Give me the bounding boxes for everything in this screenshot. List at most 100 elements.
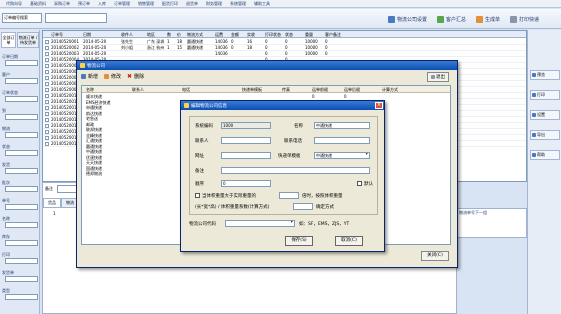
order-field[interactable]: 0 <box>221 180 271 187</box>
column-header[interactable]: 电话 <box>182 87 190 93</box>
row-checkbox[interactable] <box>45 52 49 56</box>
action-button[interactable]: 设置 <box>530 110 560 120</box>
filter-field[interactable] <box>5 132 38 138</box>
filter-field[interactable] <box>5 276 38 282</box>
menu-item[interactable]: 系统管理 <box>230 1 246 7</box>
generate-button[interactable]: 生成单 <box>473 13 503 25</box>
menu-item[interactable]: 配货打印 <box>162 1 178 7</box>
cancel-button[interactable]: 取消(C) <box>335 236 363 246</box>
column-header[interactable]: 运单后缀 <box>344 87 360 93</box>
menu-item[interactable]: 订单管理 <box>114 1 130 7</box>
tab-all-orders[interactable]: 全部订单 <box>1 32 16 48</box>
row-checkbox[interactable] <box>45 58 49 62</box>
menu-item[interactable]: 采购订单 <box>54 1 70 7</box>
remark-field[interactable] <box>221 167 370 174</box>
carrier-code-select[interactable] <box>225 220 295 227</box>
close-button[interactable]: 关闭(C) <box>421 251 449 261</box>
edit-carrier-button[interactable]: 修改 <box>104 73 121 80</box>
filter-field[interactable] <box>5 78 38 84</box>
menu-item[interactable]: 销售管理 <box>138 1 154 7</box>
print-express-button[interactable]: 打印快递 <box>507 13 542 25</box>
action-button[interactable]: 帮助 <box>530 150 560 160</box>
row-checkbox[interactable] <box>45 142 49 146</box>
column-header[interactable]: 传真 <box>282 87 290 93</box>
row-checkbox[interactable] <box>45 46 49 50</box>
search-field-combo[interactable]: 订单编号搜索 <box>2 13 42 23</box>
customer-summary-button[interactable]: 客户汇总 <box>434 13 469 25</box>
row-checkbox[interactable] <box>45 64 49 68</box>
column-header[interactable]: 收件人 <box>121 32 133 38</box>
filter-field[interactable] <box>5 96 38 102</box>
phone-field[interactable] <box>314 137 370 144</box>
search-input[interactable] <box>45 13 107 23</box>
volume-weight-checkbox[interactable] <box>195 193 200 198</box>
filter-field[interactable] <box>5 222 38 228</box>
menu-item[interactable]: 代购向导 <box>6 1 22 7</box>
filter-field[interactable] <box>5 240 38 246</box>
column-header[interactable]: 物流方式 <box>187 32 203 38</box>
column-header[interactable]: 实收 <box>247 32 255 38</box>
column-header[interactable]: 重量 <box>305 32 313 38</box>
column-header[interactable]: 价 <box>177 32 181 38</box>
filter-field[interactable] <box>5 150 38 156</box>
filter-field[interactable] <box>5 60 38 66</box>
row-checkbox[interactable] <box>45 136 49 140</box>
column-header[interactable]: 打印状态 <box>265 32 281 38</box>
exit-button[interactable]: 退出 <box>427 72 449 82</box>
column-header[interactable]: 计算方式 <box>382 87 398 93</box>
action-button[interactable]: 预览 <box>530 70 560 80</box>
menu-item[interactable]: 入库 <box>98 1 106 7</box>
column-header[interactable]: 订单号 <box>51 32 63 38</box>
row-checkbox[interactable] <box>45 100 49 104</box>
row-checkbox[interactable] <box>45 76 49 80</box>
filter-field[interactable] <box>5 168 38 174</box>
row-checkbox[interactable] <box>45 124 49 128</box>
row-checkbox[interactable] <box>45 118 49 122</box>
row-checkbox[interactable] <box>45 40 49 44</box>
tab-goods[interactable]: 货品 <box>43 198 61 208</box>
row-checkbox[interactable] <box>45 70 49 74</box>
menu-item[interactable]: 辅助工具 <box>254 1 270 7</box>
name-field[interactable]: 中通快递 <box>314 122 370 129</box>
add-carrier-button[interactable]: 新增 <box>81 73 98 80</box>
column-header[interactable]: 日期 <box>83 32 91 38</box>
menu-item[interactable]: 财务管理 <box>206 1 222 7</box>
column-header[interactable]: 快递单模板 <box>242 87 262 93</box>
filter-field[interactable] <box>5 294 38 300</box>
carrier-settings-button[interactable]: 物流公司设置 <box>385 13 430 25</box>
formula-field[interactable] <box>293 203 313 210</box>
volume-ratio-field[interactable] <box>279 192 299 199</box>
row-checkbox[interactable] <box>45 88 49 92</box>
column-header[interactable]: 状态 <box>285 32 293 38</box>
row-checkbox[interactable] <box>45 130 49 134</box>
filter-field[interactable] <box>5 114 38 120</box>
default-checkbox[interactable] <box>357 181 362 186</box>
close-icon[interactable]: × <box>375 102 383 109</box>
contact-field[interactable] <box>221 137 271 144</box>
menu-item[interactable]: 退货单 <box>186 1 198 7</box>
action-button[interactable]: 导出 <box>530 130 560 140</box>
filter-field[interactable] <box>5 186 38 192</box>
column-header[interactable]: 客户备注 <box>325 32 341 38</box>
column-header[interactable]: 数 <box>167 32 171 38</box>
filter-field[interactable] <box>5 204 38 210</box>
menu-item[interactable]: 预订单 <box>78 1 90 7</box>
column-header[interactable]: 名称 <box>86 87 94 93</box>
column-header[interactable]: 金额 <box>231 32 239 38</box>
save-button[interactable]: 保存(S) <box>285 236 313 246</box>
tab-logistics-orders[interactable]: 物流订单 / 待发货单 <box>17 32 39 48</box>
filter-field[interactable] <box>5 258 38 264</box>
row-checkbox[interactable] <box>45 82 49 86</box>
column-header[interactable]: 运单前缀 <box>312 87 328 93</box>
column-header[interactable]: 地区 <box>147 32 155 38</box>
menu-item[interactable]: 基础资料 <box>30 1 46 7</box>
row-checkbox[interactable] <box>45 112 49 116</box>
column-header[interactable]: 联系人 <box>132 87 144 93</box>
column-header[interactable]: 运费 <box>215 32 223 38</box>
action-button[interactable]: 打印 <box>530 90 560 100</box>
template-select[interactable]: 中通快递 <box>314 152 370 159</box>
row-checkbox[interactable] <box>45 94 49 98</box>
delete-carrier-button[interactable]: ✖ 删除 <box>127 73 144 81</box>
website-field[interactable] <box>221 152 271 159</box>
row-checkbox[interactable] <box>45 106 49 110</box>
